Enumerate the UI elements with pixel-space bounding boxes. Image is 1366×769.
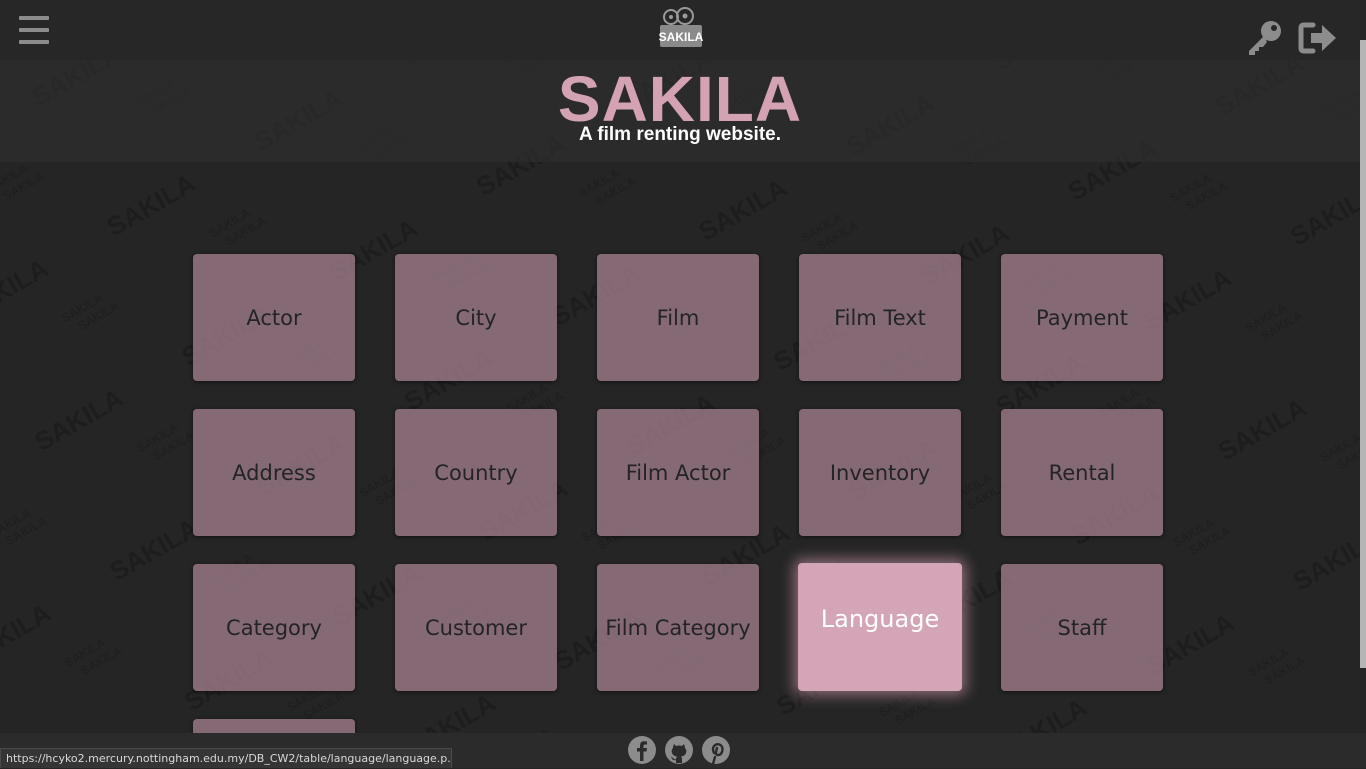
page-scrollbar[interactable] (1360, 40, 1366, 668)
tile-label: Address (232, 460, 316, 485)
tile-partial[interactable] (193, 719, 355, 734)
sakila-logo[interactable]: SAKILA (658, 7, 704, 51)
tile-label: Category (226, 615, 322, 640)
tile-film-actor[interactable]: Film Actor (597, 409, 759, 536)
facebook-icon[interactable] (627, 735, 657, 765)
tile-category[interactable]: Category (193, 564, 355, 691)
tile-city[interactable]: City (395, 254, 557, 381)
github-icon[interactable] (664, 735, 694, 765)
hamburger-menu-icon[interactable] (19, 16, 49, 44)
tile-film[interactable]: Film (597, 254, 759, 381)
tile-label: Inventory (829, 460, 931, 485)
tile-payment[interactable]: Payment (1001, 254, 1163, 381)
logo-text: SAKILA (659, 30, 704, 44)
tile-actor[interactable]: Actor (193, 254, 355, 381)
tile-label: Customer (424, 615, 527, 640)
tile-label: City (455, 305, 497, 330)
tile-film-text[interactable]: Film Text (799, 254, 961, 381)
tile-label: Film Actor (625, 460, 731, 485)
tile-rental[interactable]: Rental (1001, 409, 1163, 536)
status-bar-url: https://hcyko2.mercury.nottingham.edu.my… (0, 748, 452, 768)
key-icon[interactable] (1246, 20, 1284, 56)
tile-inventory[interactable]: Inventory (799, 409, 961, 536)
top-navbar: SAKILA (0, 0, 1366, 60)
tile-label: Payment (1036, 305, 1128, 330)
tile-label: Film (656, 305, 700, 330)
tile-label: Language (820, 605, 940, 633)
tile-country[interactable]: Country (395, 409, 557, 536)
tile-staff[interactable]: Staff (1001, 564, 1163, 691)
tile-label: Staff (1057, 615, 1107, 640)
tile-customer[interactable]: Customer (395, 564, 557, 691)
pinterest-icon[interactable] (701, 735, 731, 766)
tile-label: Actor (246, 305, 302, 330)
tile-label: Film Category (605, 615, 751, 640)
tile-label: Rental (1048, 460, 1116, 485)
tile-film-category[interactable]: Film Category (597, 564, 759, 691)
site-title: SAKILA (557, 63, 803, 135)
tile-label: Country (434, 460, 518, 485)
site-subtitle: A film renting website. (579, 124, 781, 145)
logout-icon[interactable] (1298, 20, 1338, 56)
tile-language[interactable]: Language (798, 563, 962, 691)
tile-label: Film Text (834, 305, 926, 330)
tile-address[interactable]: Address (193, 409, 355, 536)
